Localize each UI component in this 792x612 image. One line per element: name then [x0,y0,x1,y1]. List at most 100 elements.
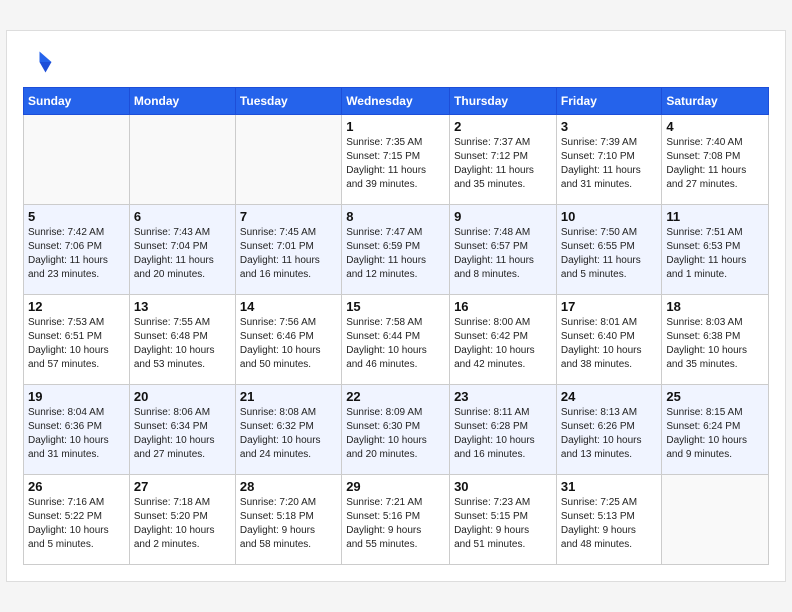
cell-text: Sunrise: 7:20 AM [240,496,337,510]
cell-text: and 5 minutes. [28,538,125,552]
cell-text: Sunset: 5:13 PM [561,510,657,524]
cell-text: Daylight: 10 hours [561,344,657,358]
calendar-cell: 17Sunrise: 8:01 AMSunset: 6:40 PMDayligh… [556,295,661,385]
cell-text: Daylight: 10 hours [134,524,231,538]
cell-text: Daylight: 9 hours [561,524,657,538]
cell-text: Sunrise: 8:11 AM [454,406,552,420]
cell-text: and 39 minutes. [346,178,445,192]
cell-text: Daylight: 11 hours [561,254,657,268]
cell-text: and 46 minutes. [346,358,445,372]
cell-text: Daylight: 10 hours [240,344,337,358]
calendar-cell [662,475,769,565]
day-header-wednesday: Wednesday [342,88,450,115]
cell-text: Daylight: 10 hours [346,344,445,358]
day-number: 17 [561,299,657,314]
calendar-cell: 10 Sunrise: 7:50 AMSunset: 6:55 PMDayligh… [556,205,661,295]
cell-text: and 8 minutes. [454,268,552,282]
cell-text: Daylight: 9 hours [346,524,445,538]
cell-text: Sunrise: 7:50 AM [561,226,657,240]
day-header-monday: Monday [129,88,235,115]
cell-text: and 24 minutes. [240,448,337,462]
calendar-cell [24,115,130,205]
day-number: 6 [134,209,231,224]
cell-text: Sunrise: 7:25 AM [561,496,657,510]
cell-text: Daylight: 11 hours [666,164,764,178]
day-number: 14 [240,299,337,314]
cell-text: Sunset: 6:38 PM [666,330,764,344]
cell-text: Sunset: 7:15 PM [346,150,445,164]
cell-text: Sunrise: 7:18 AM [134,496,231,510]
cell-text: Sunrise: 8:09 AM [346,406,445,420]
cell-text: and 35 minutes. [666,358,764,372]
cell-text: Sunset: 6:34 PM [134,420,231,434]
cell-text: Sunset: 6:57 PM [454,240,552,254]
day-number: 19 [28,389,125,404]
cell-text: Sunrise: 7:56 AM [240,316,337,330]
day-number: 2 [454,119,552,134]
cell-text: Sunset: 6:55 PM [561,240,657,254]
cell-text: Daylight: 11 hours [561,164,657,178]
day-header-tuesday: Tuesday [235,88,341,115]
cell-text: and 58 minutes. [240,538,337,552]
cell-text: Sunset: 6:53 PM [666,240,764,254]
cell-text: Daylight: 11 hours [346,164,445,178]
day-number: 26 [28,479,125,494]
cell-text: Sunrise: 7:16 AM [28,496,125,510]
cell-text: Daylight: 10 hours [240,434,337,448]
cell-text: Sunset: 5:15 PM [454,510,552,524]
cell-text: and 48 minutes. [561,538,657,552]
cell-text: Sunrise: 7:48 AM [454,226,552,240]
cell-text: and 12 minutes. [346,268,445,282]
cell-text: and 1 minute. [666,268,764,282]
cell-text: Sunrise: 8:03 AM [666,316,764,330]
day-number: 12 [28,299,125,314]
cell-text: Daylight: 9 hours [240,524,337,538]
day-number: 24 [561,389,657,404]
day-number: 10 [561,209,657,224]
cell-text: Daylight: 10 hours [28,344,125,358]
cell-text: Sunset: 6:24 PM [666,420,764,434]
cell-text: and 2 minutes. [134,538,231,552]
cell-text: and 31 minutes. [28,448,125,462]
calendar-cell: 3Sunrise: 7:39 AMSunset: 7:10 PMDaylight… [556,115,661,205]
cell-text: Sunset: 5:18 PM [240,510,337,524]
calendar-cell: 29Sunrise: 7:21 AMSunset: 5:16 PMDayligh… [342,475,450,565]
cell-text: and 16 minutes. [454,448,552,462]
day-number: 30 [454,479,552,494]
logo-icon [23,47,53,77]
cell-text: Sunrise: 8:01 AM [561,316,657,330]
calendar-cell: 12Sunrise: 7:53 AMSunset: 6:51 PMDayligh… [24,295,130,385]
cell-text: Sunrise: 8:13 AM [561,406,657,420]
calendar-cell: 4Sunrise: 7:40 AMSunset: 7:08 PMDaylight… [662,115,769,205]
day-number: 9 [454,209,552,224]
cell-text: Daylight: 9 hours [454,524,552,538]
cell-text: and 55 minutes. [346,538,445,552]
calendar-cell: 13Sunrise: 7:55 AMSunset: 6:48 PMDayligh… [129,295,235,385]
cell-text: and 35 minutes. [454,178,552,192]
cell-text: Daylight: 10 hours [666,434,764,448]
cell-text: Sunrise: 7:55 AM [134,316,231,330]
cell-text: Sunrise: 7:40 AM [666,136,764,150]
cell-text: and 23 minutes. [28,268,125,282]
cell-text: Sunrise: 7:39 AM [561,136,657,150]
day-number: 18 [666,299,764,314]
cell-text: Sunrise: 7:51 AM [666,226,764,240]
day-number: 28 [240,479,337,494]
calendar-cell [235,115,341,205]
cell-text: Sunset: 5:22 PM [28,510,125,524]
cell-text: Sunset: 6:44 PM [346,330,445,344]
calendar-cell: 28 Sunrise: 7:20 AMSunset: 5:18 PMDayligh… [235,475,341,565]
logo [23,47,57,77]
cell-text: Sunrise: 8:08 AM [240,406,337,420]
cell-text: Sunset: 6:51 PM [28,330,125,344]
day-number: 22 [346,389,445,404]
cell-text: Sunset: 6:30 PM [346,420,445,434]
day-number: 3 [561,119,657,134]
cell-text: Sunset: 6:28 PM [454,420,552,434]
calendar-table: SundayMondayTuesdayWednesdayThursdayFrid… [23,87,769,565]
cell-text: Sunset: 7:08 PM [666,150,764,164]
cell-text: Sunset: 6:42 PM [454,330,552,344]
cell-text: and 27 minutes. [134,448,231,462]
day-number: 27 [134,479,231,494]
calendar-cell: 20Sunrise: 8:06 AMSunset: 6:34 PMDayligh… [129,385,235,475]
